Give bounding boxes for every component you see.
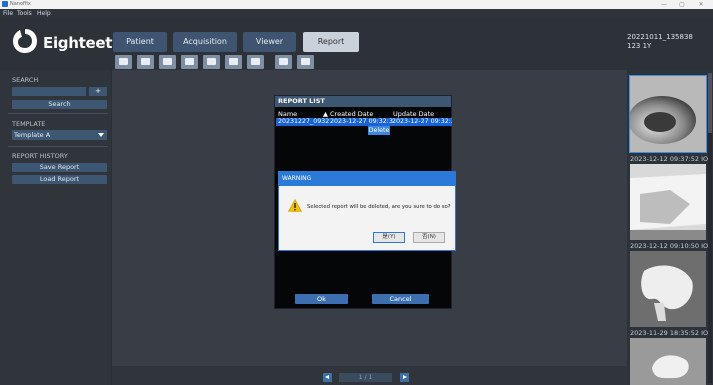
warning-message: Selected report will be deleted, are you…: [307, 204, 451, 210]
thumbnail-xray-1[interactable]: [629, 75, 707, 153]
xray-image-icon: [630, 338, 706, 385]
row-name: 20231227_0932: [278, 118, 330, 125]
warning-icon: [288, 199, 302, 212]
sidebar-divider: [8, 146, 108, 147]
report-print-icon[interactable]: [115, 55, 132, 69]
page-indicator[interactable]: 1 / 1: [339, 373, 392, 382]
thumbnail-label: 2023-11-29 18:35:52 IO: [630, 329, 709, 337]
menu-tools[interactable]: Tools: [17, 10, 32, 17]
window-title: Nanoffix: [10, 1, 31, 7]
patient-id: 20221011_135838: [627, 33, 693, 41]
brand-logo: Eighteeth: [12, 28, 123, 54]
patient-details: 123 1Y: [627, 42, 652, 50]
app-icon: [2, 1, 8, 7]
context-menu-delete[interactable]: Delete: [368, 126, 390, 135]
xray-image-icon: [630, 164, 706, 240]
thumbnail-xray-4[interactable]: [630, 338, 706, 385]
next-page-button[interactable]: [400, 373, 409, 382]
report-split-view-icon[interactable]: [297, 55, 314, 69]
report-single-view-icon[interactable]: [275, 55, 292, 69]
sort-asc-icon: ▲: [323, 110, 328, 118]
menu-help[interactable]: Help: [37, 10, 51, 17]
template-select[interactable]: Template A: [12, 130, 107, 140]
tab-patient[interactable]: Patient: [113, 32, 167, 52]
search-heading: SEARCH: [12, 76, 39, 84]
thumbnail-xray-3[interactable]: [630, 251, 706, 327]
report-list-title: REPORT LIST: [275, 96, 451, 107]
maximize-button[interactable]: ▢: [675, 0, 689, 9]
search-add-button[interactable]: +: [89, 87, 107, 96]
save-report-button[interactable]: Save Report: [12, 163, 107, 172]
xray-image-icon: [630, 76, 706, 152]
sidebar: [0, 70, 111, 385]
row-created: 2023-12-27 09:32:3: [330, 118, 393, 125]
menu-file[interactable]: File: [3, 10, 13, 17]
no-button[interactable]: 否(N): [413, 232, 445, 243]
template-value: Template A: [14, 131, 51, 139]
report-history-heading: REPORT HISTORY: [12, 152, 68, 160]
load-report-button[interactable]: Load Report: [12, 175, 107, 184]
row-updated: 2023-12-27 09:32:3: [392, 118, 452, 125]
thumbnail-label: 2023-12-12 09:10:50 IO: [630, 242, 709, 250]
tab-report[interactable]: Report: [303, 32, 359, 52]
ok-button[interactable]: Ok: [295, 294, 348, 304]
window-titlebar: Nanoffix — ▢ ✕: [0, 0, 713, 9]
xray-image-icon: [630, 251, 706, 327]
column-created[interactable]: Created Date: [330, 110, 373, 118]
column-updated[interactable]: Update Date: [393, 110, 434, 118]
warning-dialog: WARNING Selected report will be deleted,…: [278, 171, 456, 251]
dropdown-arrow-icon: [98, 133, 104, 137]
sidebar-divider: [8, 113, 108, 114]
search-button[interactable]: Search: [12, 100, 107, 109]
yes-button[interactable]: 是(Y): [373, 232, 405, 243]
report-layout-icon[interactable]: [203, 55, 220, 69]
tab-acquisition[interactable]: Acquisition: [173, 32, 237, 52]
tooth-logo-icon: [13, 29, 37, 53]
table-row[interactable]: 20231227_0932 2023-12-27 09:32:3 2023-12…: [276, 118, 452, 126]
report-page-icon[interactable]: [181, 55, 198, 69]
cancel-button[interactable]: Cancel: [372, 294, 429, 304]
warning-title: WARNING: [279, 172, 455, 186]
patient-info: 20221011_135838 123 1Y: [627, 33, 693, 51]
report-remove-icon[interactable]: [247, 55, 264, 69]
column-name[interactable]: Name: [278, 110, 297, 118]
brand-name: Eighteeth: [43, 34, 123, 52]
search-input[interactable]: [12, 87, 86, 96]
tab-viewer[interactable]: Viewer: [243, 32, 296, 52]
thumbnail-label: 2023-12-12 09:37:52 IO: [630, 155, 709, 163]
report-paste-icon[interactable]: [159, 55, 176, 69]
minimize-button[interactable]: —: [657, 0, 671, 9]
template-heading: TEMPLATE: [12, 120, 46, 128]
report-copy-icon[interactable]: [137, 55, 154, 69]
report-add-icon[interactable]: [225, 55, 242, 69]
close-button[interactable]: ✕: [694, 0, 708, 9]
thumbnail-scroll-handle[interactable]: [708, 73, 712, 133]
thumbnail-xray-2[interactable]: [630, 164, 706, 240]
prev-page-button[interactable]: [323, 373, 332, 382]
menu-bar: File Tools Help: [0, 9, 713, 18]
